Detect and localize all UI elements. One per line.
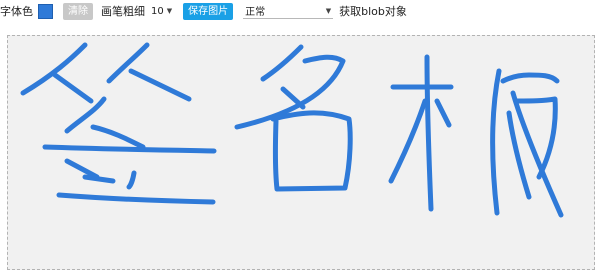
- clear-button[interactable]: 清除: [63, 2, 93, 20]
- stroke: [260, 44, 304, 82]
- stroke: [424, 54, 434, 212]
- save-image-button[interactable]: 保存图片: [183, 2, 234, 20]
- stroke: [500, 72, 560, 84]
- stroke: [42, 144, 217, 154]
- stroke: [434, 98, 452, 128]
- brush-width-label: 画笔粗细: [101, 5, 145, 18]
- get-blob-button[interactable]: 获取blob对象: [339, 3, 407, 19]
- stroke: [280, 86, 306, 110]
- signature-drawing: [20, 42, 564, 218]
- stroke: [128, 68, 192, 102]
- stroke: [126, 170, 137, 190]
- stroke: [90, 124, 146, 150]
- stroke: [64, 158, 100, 180]
- stroke: [388, 98, 428, 184]
- brush-size-select[interactable]: 10 ▼: [149, 4, 174, 19]
- blend-mode-select[interactable]: 正常 ▼: [243, 3, 334, 19]
- stroke: [82, 174, 116, 184]
- chevron-down-icon: ▼: [325, 6, 332, 15]
- stroke: [514, 96, 558, 180]
- stroke: [56, 192, 216, 205]
- font-color-picker[interactable]: [38, 3, 53, 19]
- font-color-label: 字体色: [0, 5, 33, 18]
- chevron-down-icon: ▼: [166, 7, 173, 15]
- stroke: [20, 42, 88, 96]
- toolbar: 字体色 清除 画笔粗细 10 ▼ 保存图片 正常 ▼ 获取blob对象: [0, 0, 600, 22]
- stroke: [490, 68, 502, 216]
- brush-size-value: 10: [151, 5, 164, 17]
- stroke: [270, 110, 353, 192]
- stroke: [52, 72, 94, 104]
- blend-mode-value: 正常: [245, 7, 266, 18]
- signature-canvas[interactable]: [7, 35, 595, 270]
